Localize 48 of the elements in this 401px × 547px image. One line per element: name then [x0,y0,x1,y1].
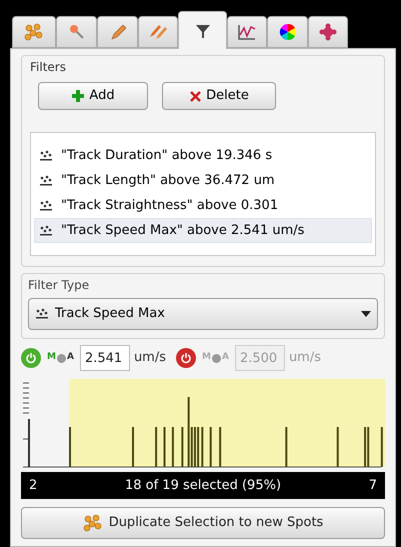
feature-icon [35,308,49,320]
histogram-bar [172,427,174,467]
pencil-icon [108,23,126,41]
histogram-bar [285,427,288,467]
tab[interactable] [267,16,308,48]
maximum-value: 7 [368,476,377,495]
tab[interactable] [178,11,227,49]
selection-summary: 18 of 19 selected (95%) [124,476,282,495]
power-icon [180,352,192,364]
chart-icon [237,23,257,41]
feature-icon [39,150,53,162]
delete-button[interactable]: Delete [162,82,276,110]
filter-item[interactable]: "Track Duration" above 19.346 s [34,143,372,168]
spots-icon [82,514,103,532]
threshold-field[interactable]: 2.541 [80,345,130,371]
unit-label: um/s [288,349,321,368]
auto-threshold-button[interactable]: M A [47,351,74,365]
tab[interactable] [308,16,348,48]
add-button[interactable]: Add [38,82,148,110]
feature-icon [39,200,53,212]
group-title: Filters [30,59,67,76]
histogram-bar [181,427,184,467]
histogram-bar [155,427,158,467]
pencils-icon [148,23,168,41]
histogram-bar [380,427,383,467]
tab[interactable] [227,16,267,48]
unit-label: um/s [134,349,166,368]
histogram-bar [336,427,339,467]
duplicate-selection-button[interactable]: Duplicate Selection to new Spots [21,507,385,539]
histogram-bar [201,427,204,467]
spots-icon [24,23,44,41]
plus-icon [71,89,86,103]
minimum-value: 2 [29,476,38,495]
power-icon [25,352,37,364]
feature-icon [39,174,53,186]
close-icon [189,90,202,102]
color-wheel-icon [278,23,296,41]
filter-item[interactable]: "Track Straightness" above 0.301 [34,193,372,218]
group-title: Filter Type [28,277,90,294]
power-toggle[interactable] [21,348,41,368]
power-toggle[interactable] [176,348,196,368]
dropdown-arrow-icon [361,311,371,317]
histogram-bar [210,427,212,467]
feature-icon [39,224,53,236]
filter-item[interactable]: "Track Length" above 36.472 um [34,168,372,193]
histogram-bar [219,427,222,467]
filter-type-dropdown[interactable]: Track Speed Max [28,298,378,330]
filter-item[interactable]: "Track Speed Max" above 2.541 um/s [34,218,372,243]
